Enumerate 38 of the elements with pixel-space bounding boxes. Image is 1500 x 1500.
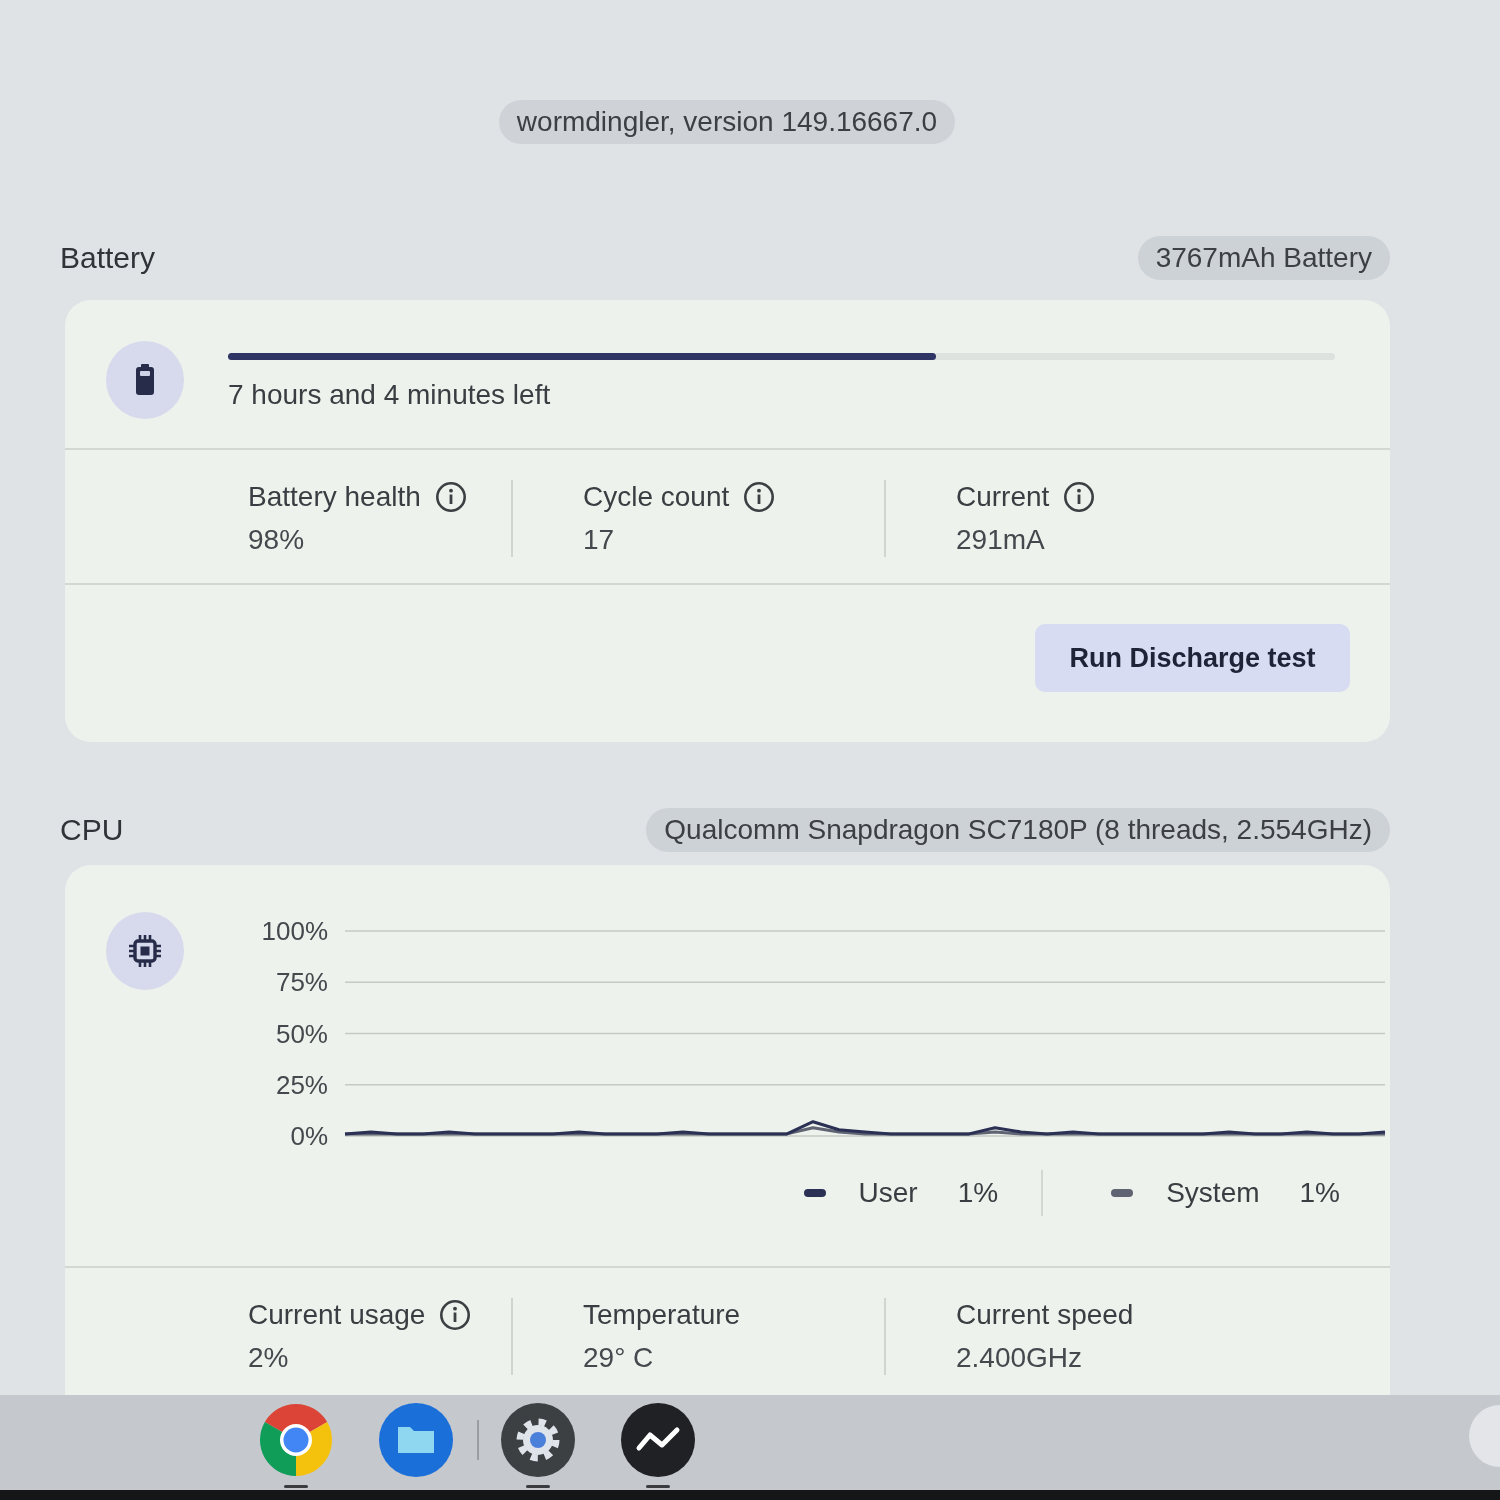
- y-axis-label: 50%: [275, 1018, 328, 1049]
- metric-label: Current speed: [956, 1298, 1134, 1332]
- y-axis-label: 0%: [290, 1121, 328, 1151]
- settings-icon[interactable]: [501, 1403, 575, 1477]
- metric-label: Current usage: [248, 1298, 426, 1332]
- y-axis-label: 100%: [261, 916, 328, 946]
- info-icon[interactable]: [439, 1299, 472, 1331]
- y-axis-label: 25%: [275, 1069, 328, 1100]
- metric-label: Temperature: [583, 1298, 741, 1332]
- metric-value: 29° C: [583, 1341, 655, 1375]
- metric-value: 2.400GHz: [956, 1341, 1084, 1375]
- line-chart-icon[interactable]: [621, 1403, 695, 1477]
- battery-icon: [106, 341, 184, 419]
- discharge-test-button[interactable]: Run Discharge test: [1035, 624, 1350, 692]
- section-title: Battery: [60, 240, 156, 276]
- processor-chip: Qualcomm Snapdragon SC7180P (8 threads, 2.554GHz): [646, 808, 1390, 852]
- y-axis-label: 75%: [275, 967, 328, 998]
- version-chip: wormdingler, version 149.16667.0: [498, 100, 956, 144]
- metric-value: 98%: [248, 523, 306, 557]
- info-icon[interactable]: [434, 481, 467, 513]
- info-icon[interactable]: [743, 481, 776, 513]
- time-remaining-text: 7 hours and 4 minutes left: [228, 378, 552, 412]
- metric-label: Cycle count: [583, 480, 730, 514]
- metric-value: 291mA: [956, 523, 1046, 557]
- metric-label: Current: [956, 480, 1050, 514]
- battery-capacity-chip: 3767mAh Battery: [1137, 236, 1390, 280]
- metric-label: Battery health: [248, 480, 421, 514]
- metric-value: 17: [583, 523, 616, 557]
- info-icon[interactable]: [1063, 481, 1096, 513]
- section-title: CPU: [60, 812, 124, 848]
- cpu-chip-icon: [106, 912, 184, 990]
- folder-icon[interactable]: [379, 1403, 453, 1477]
- browser-icon[interactable]: [259, 1403, 333, 1477]
- legend-label: System: [1166, 1176, 1260, 1210]
- metric-value: 2%: [248, 1341, 290, 1375]
- legend-value: 1%: [957, 1176, 999, 1210]
- legend-value: 1%: [1299, 1176, 1340, 1210]
- legend-label: User: [858, 1176, 918, 1210]
